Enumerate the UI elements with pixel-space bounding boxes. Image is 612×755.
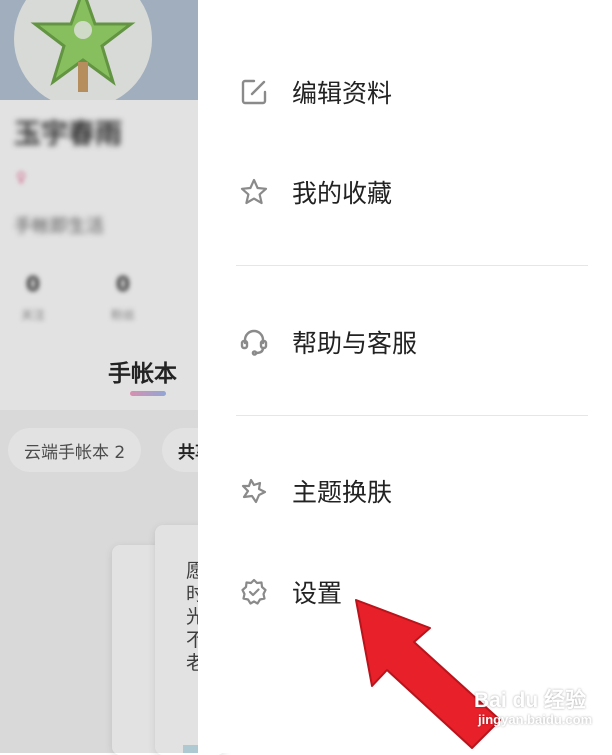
baidu-jingyan-watermark: Bai du 经验 jingyan.baidu.com bbox=[474, 684, 592, 727]
watermark-domain: jingyan.baidu.com bbox=[478, 712, 593, 727]
annotation-arrow-icon bbox=[355, 599, 501, 749]
watermark-brand: Bai du 经验 bbox=[474, 689, 587, 712]
